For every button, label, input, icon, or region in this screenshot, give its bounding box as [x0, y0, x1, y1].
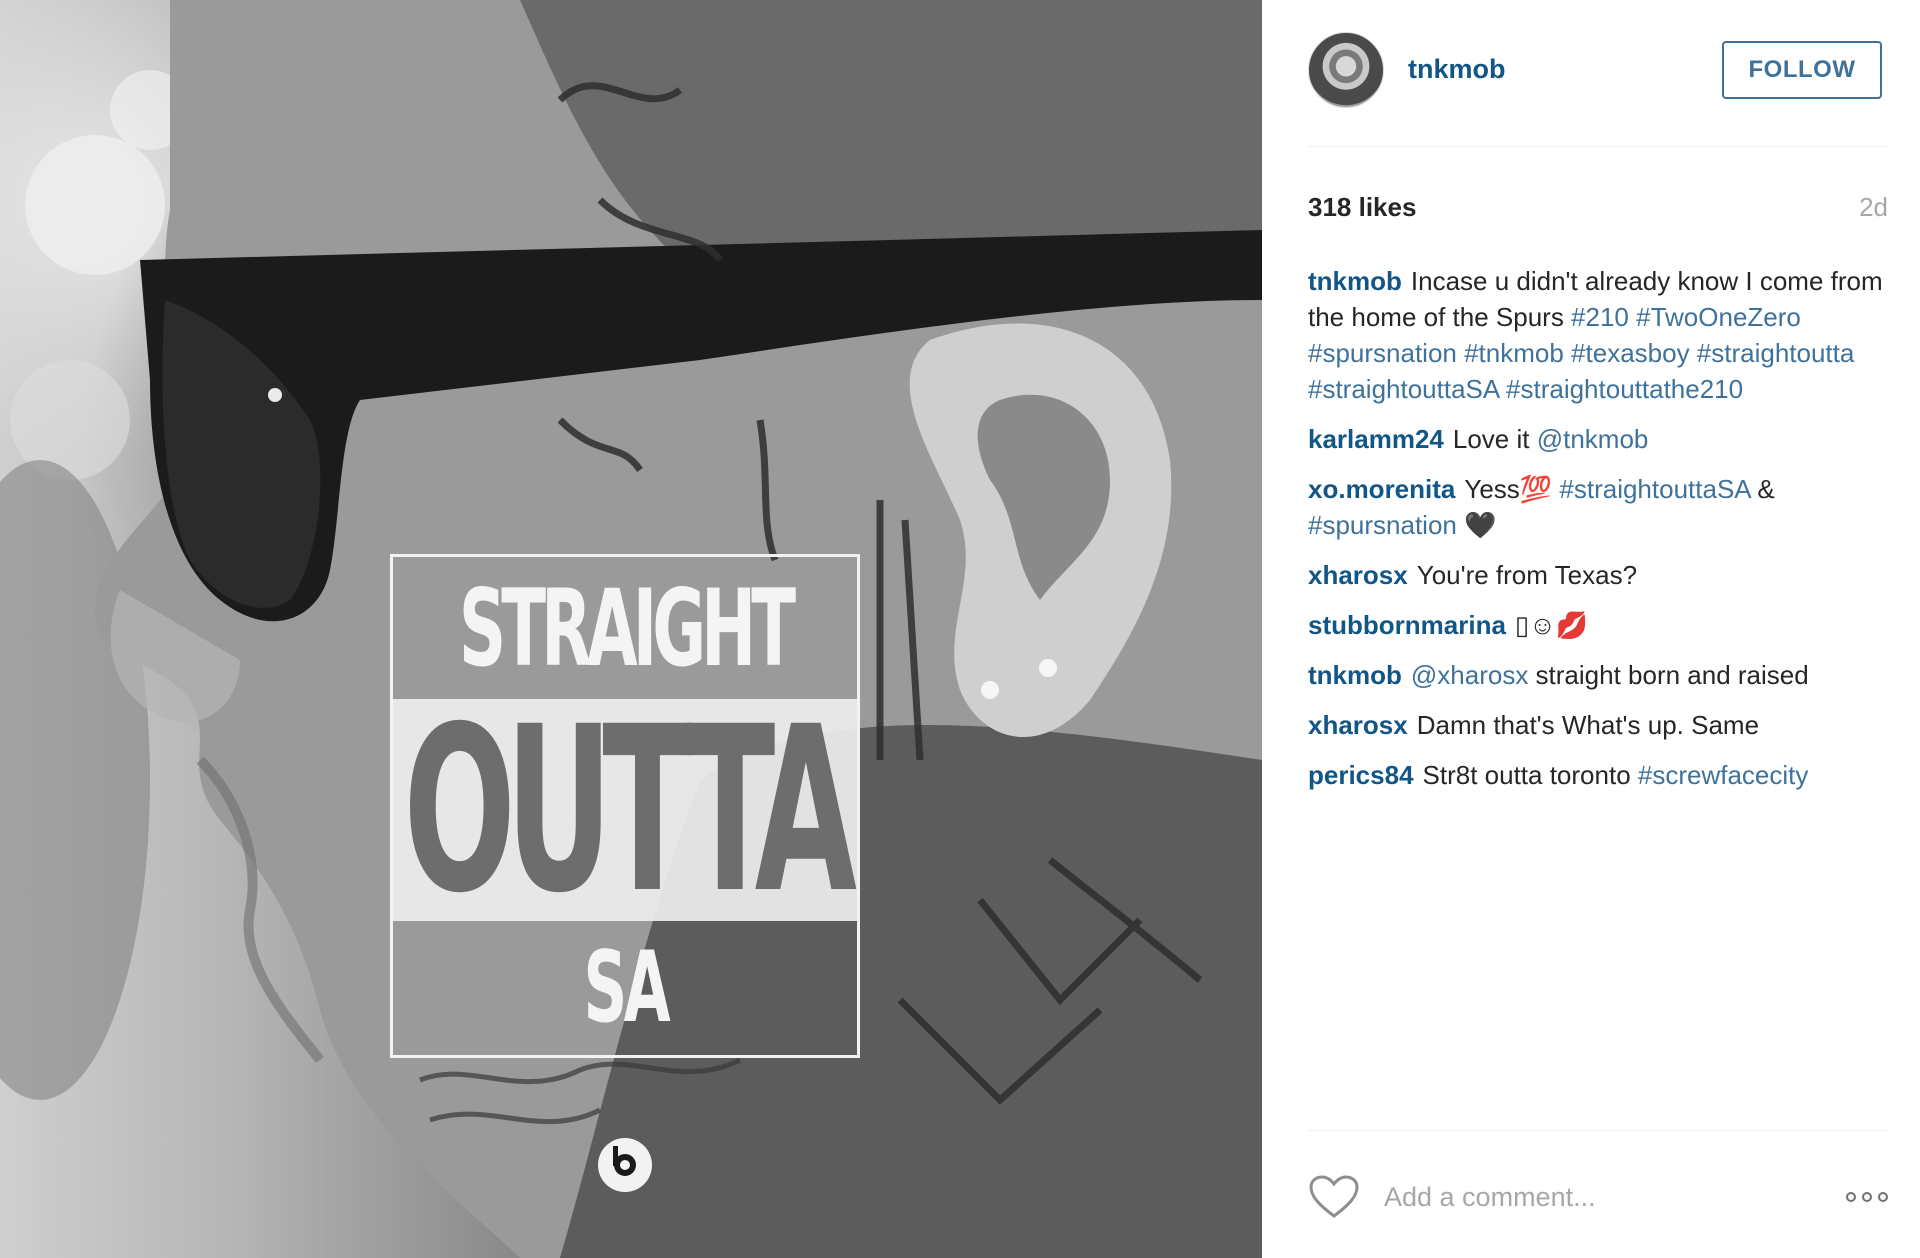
comment-user[interactable]: tnkmob [1308, 266, 1402, 296]
post-timestamp[interactable]: 2d [1859, 192, 1888, 223]
poster-line-outta-band: OUTTA [393, 677, 857, 943]
comment-text: ▯☺💋 [1514, 610, 1589, 640]
comment-user[interactable]: xharosx [1308, 710, 1408, 740]
list-item: perics84 Str8t outta toronto #screwfaceci… [1308, 757, 1888, 793]
beats-logo-icon [598, 1138, 652, 1192]
list-item: stubbornmarina ▯☺💋 [1308, 607, 1888, 643]
list-item: tnkmob @xharosx straight born and raised [1308, 657, 1888, 693]
poster-line-sa: SA [583, 931, 670, 1045]
more-dot [1846, 1192, 1856, 1202]
comment-text: Yess💯 [1464, 474, 1560, 504]
likes-count[interactable]: 318 likes [1308, 192, 1416, 223]
list-item: xo.morenita Yess💯 #straightouttaSA & #spu… [1308, 471, 1888, 543]
comment-user[interactable]: tnkmob [1308, 660, 1402, 690]
comment-text: Love it [1452, 424, 1537, 454]
beats-logo-mark [613, 1146, 636, 1176]
avatar[interactable] [1308, 32, 1384, 108]
heart-icon[interactable] [1308, 1174, 1360, 1220]
author-username[interactable]: tnkmob [1408, 54, 1506, 85]
more-dot [1862, 1192, 1872, 1202]
list-item: xharosx Damn that's What's up. Same [1308, 707, 1888, 743]
caption: tnkmob Incase u didn't already know I com… [1308, 263, 1888, 407]
comment-user[interactable]: stubbornmarina [1308, 610, 1506, 640]
add-comment-input[interactable] [1384, 1178, 1804, 1216]
comment-text: Damn that's What's up. Same [1416, 710, 1760, 740]
poster-line-outta: OUTTA [403, 677, 857, 943]
comment-user[interactable]: xharosx [1308, 560, 1408, 590]
footer-divider [1308, 1130, 1888, 1131]
post-header: tnkmob FOLLOW [1308, 28, 1888, 147]
comment-user[interactable]: perics84 [1308, 760, 1414, 790]
comment-mention[interactable]: @xharosx [1411, 660, 1528, 690]
comment-user[interactable]: xo.morenita [1308, 474, 1455, 504]
comments-list: tnkmob Incase u didn't already know I com… [1308, 263, 1888, 807]
comment-mention[interactable]: @tnkmob [1537, 424, 1649, 454]
post-photo[interactable]: STRAIGHT OUTTA SA [0, 0, 1262, 1258]
comment-text: 🖤 [1456, 510, 1497, 540]
comment-text: Str8t outta toronto [1422, 760, 1638, 790]
comment-user[interactable]: karlamm24 [1308, 424, 1444, 454]
follow-button[interactable]: FOLLOW [1722, 41, 1882, 99]
comment-text: You're from Texas? [1416, 560, 1638, 590]
post-info-panel: tnkmob FOLLOW 318 likes 2d tnkmob Incase … [1262, 0, 1920, 1258]
comment-text: & [1750, 474, 1775, 504]
comment-footer [1308, 1172, 1888, 1222]
more-options-icon[interactable] [1846, 1192, 1888, 1202]
comment-hashtag[interactable]: #spursnation [1308, 510, 1457, 540]
comment-hashtag[interactable]: #screwfacecity [1638, 760, 1809, 790]
comment-hashtag[interactable]: #straightouttaSA [1559, 474, 1750, 504]
list-item: xharosx You're from Texas? [1308, 557, 1888, 593]
comment-text: straight born and raised [1528, 660, 1809, 690]
straight-outta-poster: STRAIGHT OUTTA SA [390, 554, 860, 1058]
list-item: karlamm24 Love it @tnkmob [1308, 421, 1888, 457]
more-dot [1878, 1192, 1888, 1202]
